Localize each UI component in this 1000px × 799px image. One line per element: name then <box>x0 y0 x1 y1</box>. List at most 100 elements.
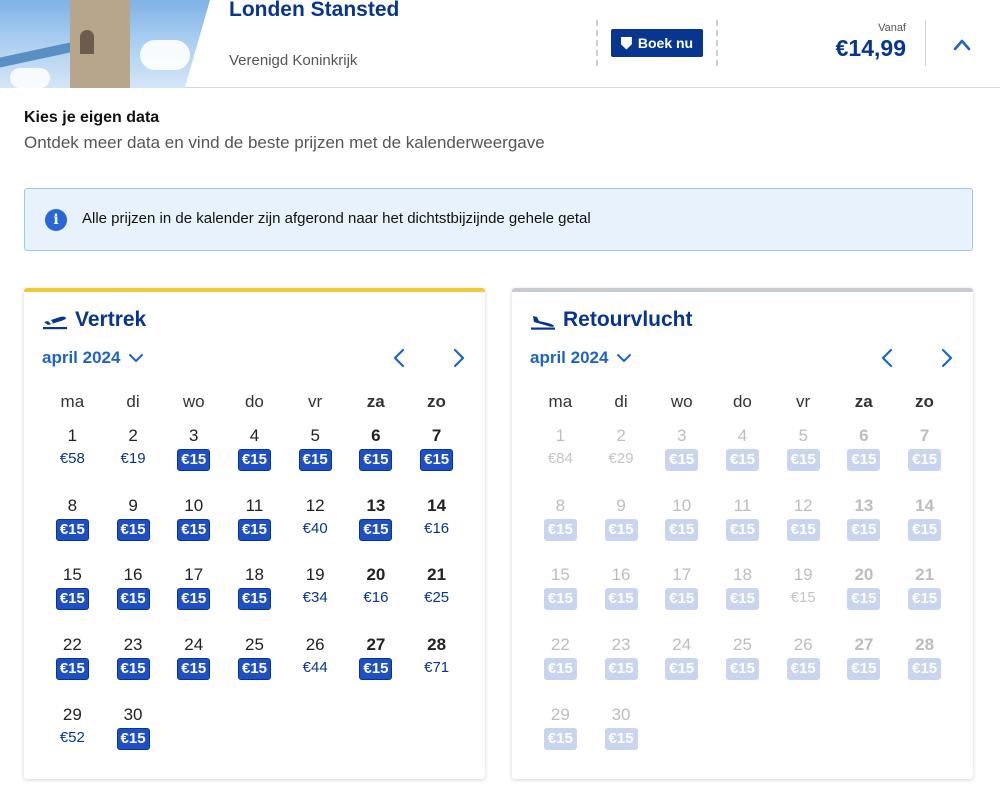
calendar-day[interactable]: 26 €44 <box>285 635 346 697</box>
calendar-day[interactable]: 27 €15 <box>346 635 407 697</box>
day-number: 30 <box>123 704 143 724</box>
calendar-day[interactable]: 28 €71 <box>406 635 467 697</box>
outbound-accent-bar <box>24 288 485 292</box>
calendar-day[interactable]: 16 €15 <box>103 565 164 627</box>
calendar-day[interactable]: 1 €58 <box>42 426 103 488</box>
weekday: wo <box>670 392 693 411</box>
day-price: €15 <box>55 518 89 541</box>
chevron-up-icon[interactable] <box>953 36 971 54</box>
day-number: 22 <box>550 635 570 655</box>
calendar-day[interactable]: 19 €34 <box>285 565 346 627</box>
day-number: 29 <box>62 704 82 724</box>
day-number: 9 <box>128 495 138 515</box>
day-number: 25 <box>733 635 752 655</box>
day-number: 15 <box>62 565 82 585</box>
day-price: €15 <box>665 518 699 541</box>
calendar-day: 19 €15 <box>773 565 834 627</box>
day-number: 28 <box>915 635 935 655</box>
day-number: 7 <box>919 426 930 445</box>
day-price: €15 <box>177 658 211 681</box>
calendar-day[interactable]: 24 €15 <box>163 635 224 697</box>
day-number: 11 <box>245 495 264 515</box>
calendar-day[interactable]: 6 €15 <box>346 426 407 488</box>
calendar-day[interactable]: 21 €25 <box>406 565 467 627</box>
calendar-day[interactable]: 4 €15 <box>224 426 285 488</box>
day-price: €15 <box>116 588 150 611</box>
outbound-calendar: Vertrek april 2024 ma di wo do vr za zo … <box>24 288 485 779</box>
day-price: €15 <box>116 727 150 750</box>
chevron-left-icon[interactable] <box>879 348 897 368</box>
day-price: €15 <box>725 588 759 611</box>
destination-image <box>0 0 210 88</box>
calendar-day[interactable]: 22 €15 <box>42 635 103 697</box>
book-now-button[interactable]: Boek nu <box>611 29 703 57</box>
chevron-right-icon[interactable] <box>937 348 955 368</box>
calendar-day: 23 €15 <box>591 635 652 697</box>
shield-icon <box>620 36 632 50</box>
calendar-day: 5 €15 <box>773 426 834 488</box>
section-title: Kies je eigen data <box>24 109 160 126</box>
plane-arrival-icon <box>531 316 555 330</box>
day-number: 25 <box>245 635 264 655</box>
calendar-day[interactable]: 30 €15 <box>103 705 164 767</box>
calendar-day[interactable]: 17 €15 <box>163 565 224 627</box>
calendar-day[interactable]: 20 €16 <box>346 565 407 627</box>
day-price: €15 <box>847 588 881 611</box>
calendar-day[interactable]: 8 €15 <box>42 496 103 558</box>
calendar-day[interactable]: 15 €15 <box>42 565 103 627</box>
day-number: 12 <box>793 495 813 515</box>
calendar-day[interactable]: 12 €40 <box>285 496 346 558</box>
chevron-right-icon[interactable] <box>449 348 467 368</box>
day-price: €15 <box>665 658 699 681</box>
calendar-day[interactable]: 29 €52 <box>42 705 103 767</box>
calendar-day[interactable]: 11 €15 <box>224 496 285 558</box>
calendar-day[interactable]: 18 €15 <box>224 565 285 627</box>
calendar-day[interactable]: 7 €15 <box>406 426 467 488</box>
day-price: €15 <box>237 449 271 471</box>
day-number: 30 <box>611 704 631 724</box>
calendar-day: 2 €29 <box>591 426 652 488</box>
weekday: wo <box>182 392 205 411</box>
calendar-day: 20 €15 <box>834 565 895 627</box>
calendar-day[interactable]: 10 €15 <box>163 496 224 558</box>
day-number: 29 <box>550 704 570 724</box>
day-price: €15 <box>237 518 271 541</box>
calendar-day: 16 €15 <box>591 565 652 627</box>
day-number: 19 <box>793 565 813 585</box>
day-price: €15 <box>725 658 759 681</box>
calendar-day: 18 €15 <box>712 565 773 627</box>
divider <box>925 20 926 66</box>
chevron-left-icon[interactable] <box>391 348 409 368</box>
calendar-day[interactable]: 3 €15 <box>163 426 224 488</box>
day-price: €52 <box>59 728 85 746</box>
day-number: 8 <box>555 495 566 515</box>
day-price: €15 <box>604 658 638 681</box>
calendar-day: 28 €15 <box>894 635 955 697</box>
calendar-day: 24 €15 <box>651 635 712 697</box>
calendar-day[interactable]: 5 €15 <box>285 426 346 488</box>
calendar-day[interactable]: 13 €15 <box>346 496 407 558</box>
tower-shape <box>70 0 130 88</box>
weekday: ma <box>60 392 85 411</box>
calendar-day[interactable]: 9 €15 <box>103 496 164 558</box>
day-price: €15 <box>786 518 820 541</box>
cloud-shape <box>10 68 50 88</box>
day-price: €15 <box>604 727 638 750</box>
day-price: €25 <box>424 589 450 607</box>
day-number: 3 <box>677 426 687 445</box>
day-number: 28 <box>427 635 447 655</box>
calendar-day: 9 €15 <box>591 496 652 558</box>
calendar-day[interactable]: 14 €16 <box>406 496 467 558</box>
outbound-month-select[interactable]: april 2024 <box>42 348 144 368</box>
return-month-select[interactable]: april 2024 <box>530 348 632 368</box>
info-icon: i <box>45 209 67 231</box>
calendar-day[interactable]: 2 €19 <box>103 426 164 488</box>
weekday-header: ma di wo do vr za zo <box>42 392 467 412</box>
from-price: €14,99 <box>835 35 906 61</box>
return-calendar: Retourvlucht april 2024 ma di wo do vr z… <box>512 288 973 779</box>
calendar-day[interactable]: 23 €15 <box>103 635 164 697</box>
day-number: 17 <box>184 565 204 585</box>
day-price: €16 <box>424 519 450 537</box>
calendar-day[interactable]: 25 €15 <box>224 635 285 697</box>
day-price: €19 <box>120 450 146 467</box>
